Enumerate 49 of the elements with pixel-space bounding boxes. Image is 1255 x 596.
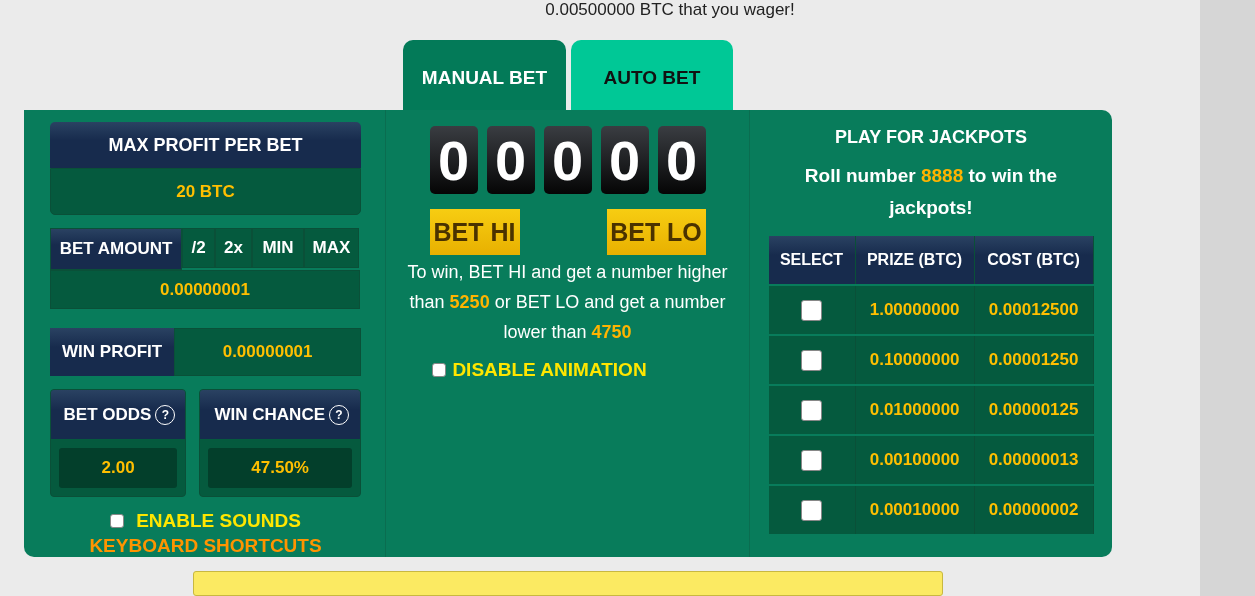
- jackpot-checkbox[interactable]: [801, 349, 823, 371]
- prize-cell: 0.10000000: [855, 336, 975, 384]
- amount-button[interactable]: MIN: [252, 228, 304, 268]
- jackpot-checkbox[interactable]: [801, 499, 823, 521]
- odds-label: WIN CHANCE: [214, 404, 325, 425]
- prize-cell: 1.00000000: [855, 286, 975, 334]
- bet-tab[interactable]: MANUAL BET: [403, 40, 566, 110]
- cost-cell: 0.00012500: [974, 286, 1094, 334]
- roll-digit: 0: [543, 126, 592, 194]
- rule-text: To win, BET HI and get a number higher than 5250 or BET LO and get a number lower than 4750: [406, 261, 729, 344]
- column-header: SELECT: [768, 236, 856, 284]
- intro-text: 0.00500000 BTC that you wager!: [544, 0, 796, 20]
- amount-button[interactable]: MAX: [304, 228, 359, 268]
- odds-field[interactable]: 47.50%: [208, 448, 352, 488]
- roll-digit: 0: [429, 126, 478, 194]
- prize-cell: 0.00100000: [855, 436, 975, 484]
- amount-button[interactable]: /2: [182, 228, 215, 268]
- bet-amount-label: BET AMOUNT: [50, 228, 182, 270]
- jackpot-subtitle: Roll number 8888 to win the jackpots!: [803, 164, 1059, 220]
- max-profit-value: 20 BTC: [50, 168, 361, 215]
- win-profit-value: 0.00000001: [174, 328, 361, 376]
- win-profit-label: WIN PROFIT: [50, 328, 175, 376]
- bet-amount-field[interactable]: 0.00000001: [50, 270, 360, 309]
- column-header: COST (BTC): [974, 236, 1094, 284]
- roll-digit: 0: [486, 126, 535, 194]
- column-header: PRIZE (BTC): [855, 236, 975, 284]
- animation-checkbox[interactable]: [432, 363, 447, 377]
- jackpot-checkbox[interactable]: [801, 299, 823, 321]
- sounds-checkbox[interactable]: [110, 514, 125, 528]
- roll-digit: 0: [600, 126, 649, 194]
- bet-button[interactable]: BET LO: [606, 209, 706, 255]
- amount-button[interactable]: 2x: [215, 228, 252, 268]
- bet-tab[interactable]: AUTO BET: [571, 40, 733, 110]
- jackpot-title: PLAY FOR JACKPOTS: [834, 127, 1027, 148]
- odds-field[interactable]: 2.00: [59, 448, 178, 488]
- jackpot-checkbox[interactable]: [801, 399, 823, 421]
- prize-cell: 0.00010000: [855, 486, 975, 534]
- animation-label: DISABLE ANIMATION: [452, 359, 647, 381]
- sounds-label: ENABLE SOUNDS: [136, 510, 301, 532]
- max-profit-label: MAX PROFIT PER BET: [50, 122, 361, 168]
- cost-cell: 0.00000002: [974, 486, 1094, 534]
- bet-button[interactable]: BET HI: [429, 209, 520, 255]
- prize-cell: 0.01000000: [855, 386, 975, 434]
- jackpot-checkbox[interactable]: [801, 449, 823, 471]
- odds-label: BET ODDS: [63, 404, 152, 425]
- cost-cell: 0.00000013: [974, 436, 1094, 484]
- roll-digit: 0: [657, 126, 706, 194]
- cost-cell: 0.00001250: [974, 336, 1094, 384]
- cost-cell: 0.00000125: [974, 386, 1094, 434]
